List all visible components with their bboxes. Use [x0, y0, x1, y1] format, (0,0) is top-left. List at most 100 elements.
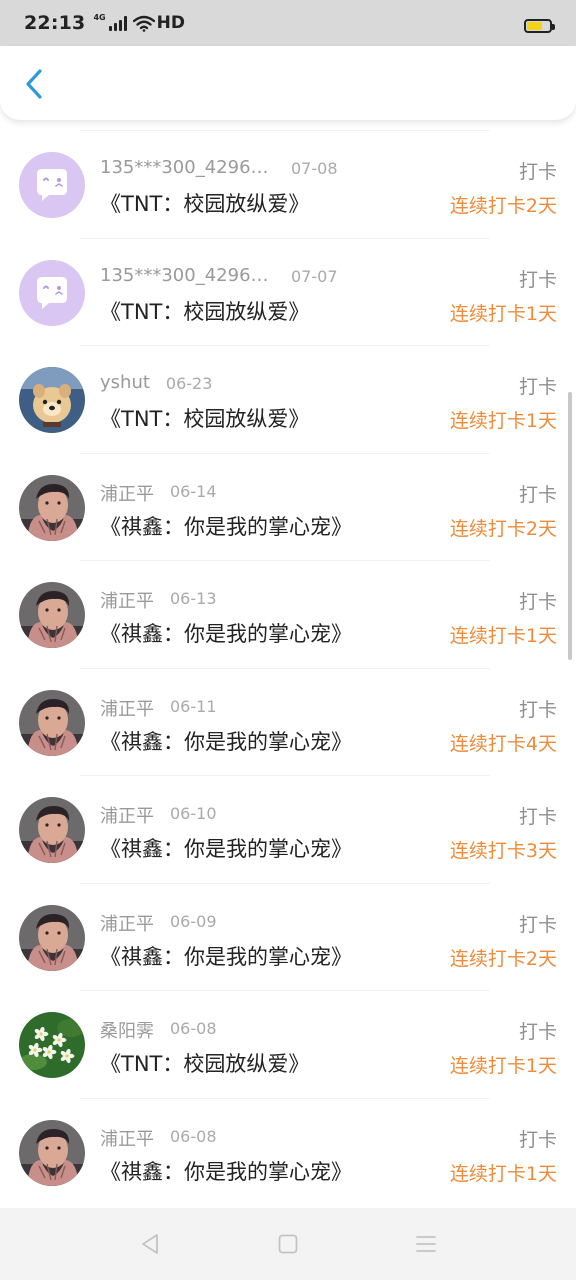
- hd-indicator: HD: [156, 13, 185, 33]
- streak-label: 连续打卡1天: [449, 302, 557, 325]
- username: 135***300_429667...: [100, 264, 275, 286]
- streak-label: 连续打卡2天: [449, 517, 557, 540]
- username: 浦正平: [100, 698, 154, 720]
- avatar[interactable]: [19, 1119, 85, 1186]
- person-avatar-image: [19, 1119, 85, 1186]
- username: 135***300_429667...: [100, 157, 275, 178]
- menu-lines-icon[interactable]: [414, 1232, 438, 1256]
- list-item[interactable]: 浦正平 06-08 《祺鑫：你是我的掌心宠》 打卡连续打卡1天: [19, 1097, 557, 1206]
- person-avatar-image: [19, 797, 85, 863]
- chat-bubble-avatar-image: [37, 169, 67, 201]
- streak-label: 连续打卡2天: [449, 195, 557, 217]
- list-item[interactable]: 浦正平 06-09 《祺鑫：你是我的掌心宠》 打卡连续打卡2天: [19, 882, 557, 991]
- back-button[interactable]: [14, 62, 54, 106]
- list-item-content: 135***300_429667... 07-07 《TNT：校园放纵爱》 打卡 连续打…: [0, 239, 576, 346]
- checkin-date: 06-11: [170, 696, 217, 716]
- checkin-label: 打卡: [518, 591, 557, 613]
- person-avatar-image: [19, 904, 85, 971]
- navigation-bar: [0, 1208, 576, 1280]
- checkin-date: 06-14: [170, 481, 217, 501]
- flowers-avatar-image: [19, 1012, 85, 1078]
- username: 浦正平: [100, 1128, 154, 1150]
- checkin-date: 07-07: [291, 266, 338, 286]
- book-title[interactable]: 《TNT：校园放纵爱》: [100, 403, 309, 433]
- list-item[interactable]: 135***300_429667... 07-07 《TNT：校园放纵爱》 打卡 连续打…: [19, 237, 557, 346]
- book-title[interactable]: 《TNT：校园放纵爱》: [100, 188, 309, 218]
- list-item-content: yshut 06-23 《TNT：校园放纵爱》 打卡连续打卡1天: [0, 346, 576, 453]
- person-avatar-image: [19, 474, 85, 541]
- network-type: 4G: [93, 13, 106, 22]
- streak-label: 连续打卡2天: [449, 947, 557, 970]
- screen: 22:13 4G HD 135***300_429667... 07-08 《TNT…: [0, 0, 576, 1280]
- triangle-back-icon[interactable]: [138, 1232, 162, 1256]
- checkin-date: 06-10: [170, 804, 217, 823]
- chat-bubble-avatar-image: [37, 276, 67, 309]
- list-item[interactable]: 135***300_429667... 07-08 《TNT：校园放纵爱》 打卡 连续打…: [19, 130, 557, 238]
- book-title[interactable]: 《TNT：校园放纵爱》: [100, 296, 309, 326]
- checkin-label: 打卡: [518, 1128, 557, 1151]
- person-avatar-image: [19, 689, 85, 756]
- book-title[interactable]: 《祺鑫：你是我的掌心宠》: [100, 1156, 352, 1186]
- checkin-label: 打卡: [518, 913, 557, 936]
- book-title[interactable]: 《TNT：校园放纵爱》: [100, 1048, 309, 1078]
- streak-label: 连续打卡1天: [449, 625, 557, 647]
- battery-level: [527, 22, 543, 30]
- username: 浦正平: [100, 483, 154, 505]
- avatar[interactable]: [19, 689, 85, 756]
- streak-label: 连续打卡1天: [449, 410, 557, 432]
- book-title[interactable]: 《祺鑫：你是我的掌心宠》: [100, 726, 352, 756]
- list-item[interactable]: 桑阳霁 06-08 《TNT：校园放纵爱》 打卡 连续打卡1天: [19, 990, 557, 1098]
- list-item[interactable]: 浦正平 06-14 《祺鑫：你是我的掌心宠》 打卡连续打卡2天: [19, 452, 557, 561]
- scrollbar[interactable]: [568, 392, 572, 660]
- header: [0, 46, 576, 120]
- username: 浦正平: [100, 806, 154, 827]
- list-item[interactable]: 浦正平 06-10 《祺鑫：你是我的掌心宠》 打卡连续打卡3天: [19, 775, 557, 883]
- checkin-label: 打卡: [518, 1021, 557, 1043]
- dog-avatar-image: [19, 367, 85, 433]
- book-title[interactable]: 《祺鑫：你是我的掌心宠》: [100, 618, 352, 648]
- avatar[interactable]: [19, 367, 85, 433]
- network-indicator: 4G: [93, 13, 127, 31]
- checkin-date: 06-09: [170, 911, 217, 931]
- list-item-content: 桑阳霁 06-08 《TNT：校园放纵爱》 打卡 连续打卡1天: [0, 991, 576, 1098]
- signal-icon: [108, 15, 127, 31]
- list-item[interactable]: yshut 06-23 《TNT：校园放纵爱》 打卡连续打卡1天: [19, 345, 557, 453]
- checkin-label: 打卡: [518, 698, 557, 721]
- avatar[interactable]: [19, 474, 85, 541]
- book-title[interactable]: 《祺鑫：你是我的掌心宠》: [100, 511, 352, 541]
- username: 桑阳霁: [100, 1021, 154, 1042]
- list-item-content: 浦正平 06-13 《祺鑫：你是我的掌心宠》 打卡 连续打卡1天: [0, 561, 576, 668]
- list-item[interactable]: 浦正平 06-13 《祺鑫：你是我的掌心宠》 打卡 连续打卡1天: [19, 560, 557, 668]
- avatar[interactable]: [19, 904, 85, 971]
- avatar[interactable]: [19, 259, 85, 326]
- wifi-icon: [132, 15, 155, 32]
- checkin-label: 打卡: [518, 483, 557, 506]
- streak-label: 连续打卡4天: [449, 732, 557, 755]
- streak-label: 连续打卡3天: [449, 840, 557, 862]
- streak-label: 连续打卡1天: [449, 1162, 557, 1185]
- checkin-date: 06-08: [170, 1126, 217, 1146]
- square-home-icon[interactable]: [276, 1232, 300, 1256]
- list-item[interactable]: 浦正平 06-11 《祺鑫：你是我的掌心宠》 打卡连续打卡4天: [19, 667, 557, 776]
- book-title[interactable]: 《祺鑫：你是我的掌心宠》: [100, 941, 352, 971]
- status-time: 22:13: [24, 12, 86, 34]
- list-item-content: 浦正平 06-10 《祺鑫：你是我的掌心宠》 打卡连续打卡3天: [0, 776, 576, 883]
- status-bar: 22:13 4G HD: [0, 0, 576, 46]
- list-item-content: 浦正平 06-14 《祺鑫：你是我的掌心宠》 打卡连续打卡2天: [0, 454, 576, 561]
- avatar[interactable]: [19, 797, 85, 863]
- list-item-content: 浦正平 06-11 《祺鑫：你是我的掌心宠》 打卡连续打卡4天: [0, 669, 576, 776]
- checkin-date: 06-08: [170, 1019, 217, 1038]
- checkin-list[interactable]: 135***300_429667... 07-08 《TNT：校园放纵爱》 打卡 连续打…: [0, 130, 576, 1208]
- avatar[interactable]: [19, 582, 85, 648]
- checkin-label: 打卡: [518, 806, 557, 828]
- username: yshut: [100, 372, 150, 393]
- checkin-date: 07-08: [291, 159, 338, 178]
- avatar[interactable]: [19, 1012, 85, 1078]
- username: 浦正平: [100, 591, 154, 612]
- checkin-label: 打卡: [518, 376, 557, 398]
- avatar[interactable]: [19, 152, 85, 218]
- book-title[interactable]: 《祺鑫：你是我的掌心宠》: [100, 833, 352, 863]
- person-avatar-image: [19, 582, 85, 648]
- username: 浦正平: [100, 913, 154, 935]
- checkin-date: 06-23: [165, 374, 213, 393]
